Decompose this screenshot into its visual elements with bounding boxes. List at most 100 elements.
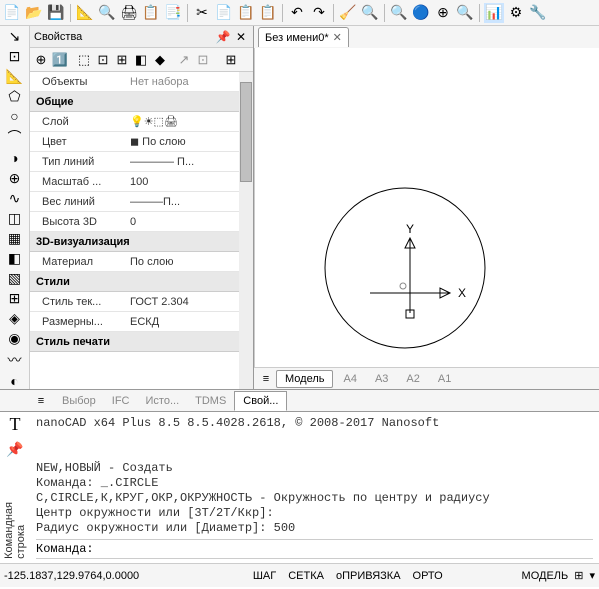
preview-icon[interactable]: 🔍 (97, 3, 117, 23)
tab-tdms[interactable]: TDMS (187, 392, 234, 410)
hatch-icon[interactable]: ◫ (4, 210, 26, 227)
ucs-icon: X Y (370, 222, 466, 318)
zoom-ext-icon[interactable]: ⊕ (433, 3, 453, 23)
doc-tab-active[interactable]: Без имени0* ✕ (258, 27, 349, 47)
objects-label: Объекты (30, 76, 126, 88)
color-label: Цвет (30, 136, 126, 148)
ptb-icon-7[interactable]: ↗ (175, 51, 193, 69)
line-icon[interactable]: ↘ (4, 28, 26, 45)
close-icon[interactable]: ✕ (233, 29, 249, 45)
undo-icon[interactable]: ↶ (287, 3, 307, 23)
tools-icon[interactable]: 🔧 (528, 3, 548, 23)
point-icon[interactable]: ⊕ (4, 170, 26, 187)
tab-select[interactable]: Выбор (54, 392, 104, 410)
revcloud-icon[interactable]: 〰 (4, 350, 26, 370)
thickness-label: Высота 3D (30, 216, 126, 228)
panel-title: Свойства (34, 31, 82, 43)
lineweight-value[interactable]: ———П... (126, 196, 253, 208)
tab-ifc[interactable]: IFC (104, 392, 138, 410)
ptb-icon-6[interactable]: ◆ (151, 51, 169, 69)
circle-icon[interactable]: ○ (4, 108, 26, 124)
plot-icon[interactable]: 📐 (75, 3, 95, 23)
mode-ortho[interactable]: ОРТО (413, 570, 443, 582)
polygon-icon[interactable]: ⬠ (4, 88, 26, 105)
ptb-icon-0[interactable]: ⊕ (32, 51, 50, 69)
ptb-icon-1[interactable]: 1️⃣ (51, 51, 69, 69)
mode-snap[interactable]: ШАГ (253, 570, 276, 582)
drawing-canvas[interactable]: X Y (254, 48, 599, 367)
zoom-icon[interactable]: 🔍 (389, 3, 409, 23)
redo-icon[interactable]: ↷ (309, 3, 329, 23)
dimstyle-value[interactable]: ЕСКД (126, 316, 253, 328)
settings-icon[interactable]: ⚙ (506, 3, 526, 23)
batch-icon[interactable]: 📋 (141, 3, 161, 23)
ptb-icon-2[interactable]: ⬚ (75, 51, 93, 69)
pline-icon[interactable]: 📐 (4, 68, 26, 85)
region-icon[interactable]: ▧ (4, 270, 26, 287)
pin-cmd-icon[interactable]: 📌 (5, 440, 25, 459)
material-label: Материал (30, 256, 126, 268)
color-value[interactable]: ◼ По слою (126, 135, 253, 148)
ltscale-value[interactable]: 100 (126, 176, 253, 188)
ptb-icon-3[interactable]: ⊡ (94, 51, 112, 69)
block-icon[interactable]: ◈ (4, 310, 26, 327)
paste-icon[interactable]: 📋 (236, 3, 256, 23)
erase-icon[interactable]: 🧹 (338, 3, 358, 23)
objects-value[interactable]: Нет набора (126, 76, 253, 88)
thickness-value[interactable]: 0 (126, 216, 253, 228)
scrollbar[interactable] (239, 72, 253, 389)
open-icon[interactable]: 📂 (24, 3, 44, 23)
zoom-sel-icon[interactable]: 🔍 (455, 3, 475, 23)
dimstyle-label: Размерны... (30, 316, 126, 328)
panel-toolbar: ⊕ 1️⃣ ⬚ ⊡ ⊞ ◧ ◆ ↗ ⊡ ⊞ (30, 48, 253, 72)
tab-properties[interactable]: Свой... (234, 391, 287, 411)
hatch2-icon[interactable]: ▦ (4, 230, 26, 247)
mode-grid[interactable]: СЕТКА (288, 570, 324, 582)
new-icon[interactable]: 📄 (2, 3, 22, 23)
ptb-icon-9[interactable]: ⊞ (222, 51, 240, 69)
wipeout-icon[interactable]: ◐ (4, 373, 26, 389)
circle-entity[interactable] (325, 188, 485, 348)
publish-icon[interactable]: 📑 (163, 3, 183, 23)
mode-osnap[interactable]: оПРИВЯЗКА (336, 570, 401, 582)
material-value[interactable]: По слою (126, 256, 253, 268)
scrollbar-thumb[interactable] (240, 82, 252, 182)
tab-close-icon[interactable]: ✕ (333, 31, 342, 44)
cat-3d[interactable]: 3D-визуализация− (30, 232, 253, 252)
props-icon[interactable]: 📊 (484, 3, 504, 23)
donut-icon[interactable]: ◉ (4, 330, 26, 347)
text-tool-icon[interactable]: T (5, 414, 25, 434)
ptb-icon-8[interactable]: ⊡ (194, 51, 212, 69)
copy-icon[interactable]: 📄 (214, 3, 234, 23)
cut-icon[interactable]: ✂ (192, 3, 212, 23)
ltscale-label: Масштаб ... (30, 176, 126, 188)
doc-tab-label: Без имени0* (265, 32, 329, 44)
ptb-icon-5[interactable]: ◧ (132, 51, 150, 69)
gradient-icon[interactable]: ◧ (4, 250, 26, 267)
tile-icon[interactable]: ⊞ (574, 569, 583, 582)
cat-styles[interactable]: Стили− (30, 272, 253, 292)
zoom-in-icon[interactable]: 🔵 (411, 3, 431, 23)
match-icon[interactable]: 📋 (258, 3, 278, 23)
space-model[interactable]: МОДЕЛЬ (522, 570, 569, 582)
print-icon[interactable]: 🖨 (119, 3, 139, 23)
ellipse-icon[interactable]: ◑ (4, 150, 26, 166)
cat-general[interactable]: Общие− (30, 92, 253, 112)
menu-icon[interactable]: ▾ (589, 569, 595, 582)
command-input[interactable] (94, 542, 593, 556)
panel-tabs-icon[interactable]: ≡ (30, 392, 52, 410)
pin-icon[interactable]: 📌 (215, 29, 231, 45)
textstyle-value[interactable]: ГОСТ 2.304 (126, 296, 253, 308)
rect-icon[interactable]: ⊡ (4, 48, 26, 65)
command-panel-label: Командная строка (3, 465, 27, 563)
arc-icon[interactable]: ⌒ (4, 127, 26, 147)
find-icon[interactable]: 🔍 (360, 3, 380, 23)
save-icon[interactable]: 💾 (46, 3, 66, 23)
layer-value[interactable]: 💡☀⬚🖨 (126, 115, 253, 128)
spline-icon[interactable]: ∿ (4, 190, 26, 207)
linetype-value[interactable]: ———— П... (126, 156, 253, 168)
tab-history[interactable]: Исто... (138, 392, 188, 410)
table-icon[interactable]: ⊞ (4, 290, 26, 307)
cat-print[interactable]: Стиль печати− (30, 332, 253, 352)
ptb-icon-4[interactable]: ⊞ (113, 51, 131, 69)
